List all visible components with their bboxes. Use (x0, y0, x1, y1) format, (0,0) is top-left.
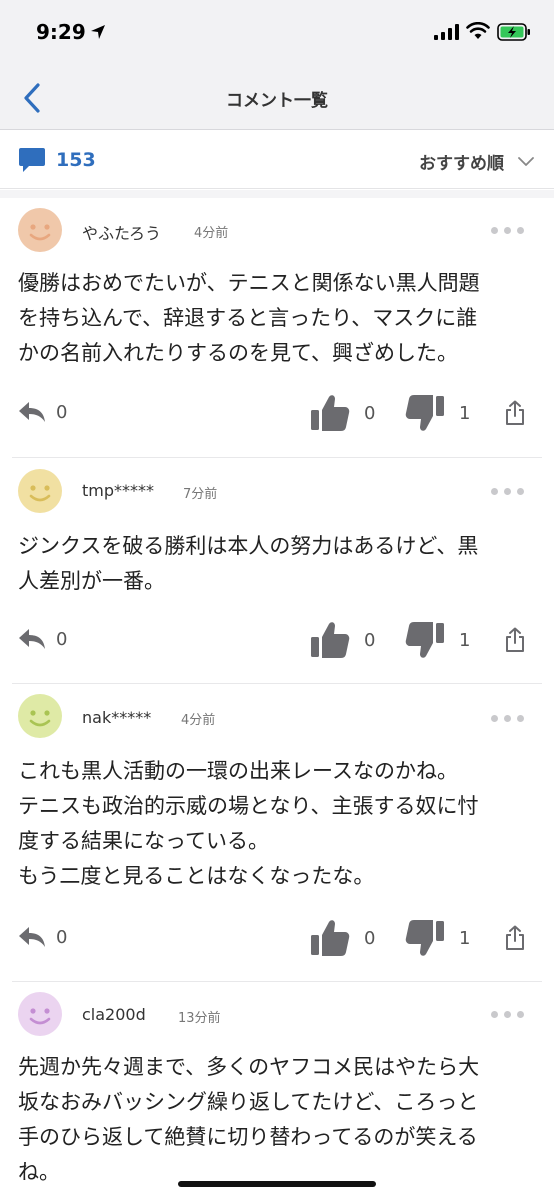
like-button[interactable]: 0 (310, 621, 375, 659)
comment-time: 4分前 (194, 226, 229, 241)
comment-item: tmp***** 7分前 ジンクスを破る勝利は本人の努力はあるけど、黒 人差別が… (0, 459, 554, 684)
page-title: コメント一覧 (226, 91, 328, 111)
like-button[interactable]: 0 (310, 394, 375, 432)
reply-arrow-icon (19, 629, 45, 649)
battery-charging-icon (497, 23, 530, 41)
dot (517, 487, 524, 495)
comment-sort-bar: 153 おすすめ順 (0, 131, 554, 189)
dislike-count: 1 (459, 927, 471, 949)
share-button[interactable] (504, 627, 526, 653)
reply-count: 0 (56, 926, 68, 948)
dislike-button[interactable]: 1 (405, 394, 470, 432)
smiley-face-icon (18, 694, 62, 738)
comment-bubble-icon (19, 148, 45, 172)
like-count: 0 (364, 927, 376, 949)
thumbs-down-icon (405, 622, 444, 658)
dot (491, 1010, 498, 1018)
dislike-count: 1 (459, 629, 471, 651)
more-options-button[interactable] (484, 1006, 524, 1022)
dot (517, 714, 524, 722)
comment-username[interactable]: nak***** (82, 708, 151, 727)
share-icon (506, 400, 524, 425)
dot (504, 714, 511, 722)
dot (504, 487, 511, 495)
comment-count[interactable]: 153 (18, 147, 96, 173)
thumbs-down-icon (405, 395, 444, 431)
dot (491, 226, 498, 234)
avatar[interactable] (18, 992, 62, 1036)
reply-arrow-icon (19, 927, 45, 947)
navigation-bar: コメント一覧 (0, 64, 554, 130)
comment-time: 7分前 (183, 487, 218, 502)
comment-count-number: 153 (56, 149, 96, 171)
comment-item: cla200d 13分前 先週か先々週まで、多くのヤフコメ民はやたら大 坂なおみ… (0, 982, 554, 1200)
more-options-button[interactable] (484, 710, 524, 726)
comment-text: ジンクスを破る勝利は本人の努力はあるけど、黒 人差別が一番。 (18, 534, 479, 593)
comment-username[interactable]: やふたろう (82, 220, 161, 244)
dislike-count: 1 (459, 402, 471, 424)
more-options-button[interactable] (484, 483, 524, 499)
cellular-signal-icon (434, 24, 459, 40)
sort-order-dropdown[interactable]: おすすめ順 (419, 149, 534, 174)
chevron-down-icon (518, 156, 534, 166)
comment-time: 13分前 (178, 1011, 221, 1026)
dot (517, 226, 524, 234)
comment-username[interactable]: cla200d (82, 1005, 146, 1024)
dot (504, 226, 511, 234)
dot (491, 487, 498, 495)
like-button[interactable]: 0 (310, 919, 375, 957)
like-count: 0 (364, 402, 376, 424)
more-options-button[interactable] (484, 222, 524, 238)
share-button[interactable] (504, 400, 526, 426)
reply-arrow-icon (19, 402, 45, 422)
smiley-face-icon (18, 469, 62, 513)
like-count: 0 (364, 629, 376, 651)
thumbs-up-icon (311, 920, 350, 956)
dislike-button[interactable]: 1 (405, 621, 470, 659)
section-separator (0, 190, 554, 198)
smiley-face-icon (18, 992, 62, 1036)
sort-order-label: おすすめ順 (419, 154, 504, 174)
home-indicator (178, 1181, 376, 1187)
share-button[interactable] (504, 925, 526, 951)
divider (12, 457, 542, 458)
status-bar: 9:29 (0, 0, 554, 64)
dot (504, 1010, 511, 1018)
reply-button[interactable]: 0 (18, 925, 67, 949)
comment-text: 先週か先々週まで、多くのヤフコメ民はやたら大 坂なおみバッシング繰り返してたけど… (18, 1055, 480, 1184)
avatar[interactable] (18, 208, 62, 252)
dot (491, 714, 498, 722)
avatar[interactable] (18, 694, 62, 738)
comment-time: 4分前 (181, 713, 216, 728)
dot (517, 1010, 524, 1018)
thumbs-down-icon (405, 920, 444, 956)
dislike-button[interactable]: 1 (405, 919, 470, 957)
reply-button[interactable]: 0 (18, 400, 67, 424)
comment-item: やふたろう 4分前 優勝はおめでたいが、テニスと関係ない黒人問題 を持ち込んで、… (0, 198, 554, 458)
reply-count: 0 (56, 628, 68, 650)
share-icon (506, 925, 524, 950)
share-icon (506, 627, 524, 652)
reply-count: 0 (56, 401, 68, 423)
comment-text: 優勝はおめでたいが、テニスと関係ない黒人問題 を持ち込んで、辞退すると言ったり、… (18, 271, 480, 365)
smiley-face-icon (18, 208, 62, 252)
location-arrow-icon (91, 25, 105, 39)
status-time: 9:29 (36, 20, 86, 44)
avatar[interactable] (18, 469, 62, 513)
reply-button[interactable]: 0 (18, 627, 67, 651)
comment-text: これも黒人活動の一環の出来レースなのかね。 テニスも政治的示威の場となり、主張す… (18, 759, 479, 888)
thumbs-up-icon (311, 622, 350, 658)
thumbs-up-icon (311, 395, 350, 431)
comment-username[interactable]: tmp***** (82, 481, 154, 500)
wifi-icon (466, 22, 490, 39)
comment-item: nak***** 4分前 これも黒人活動の一環の出来レースなのかね。 テニスも政… (0, 684, 554, 982)
